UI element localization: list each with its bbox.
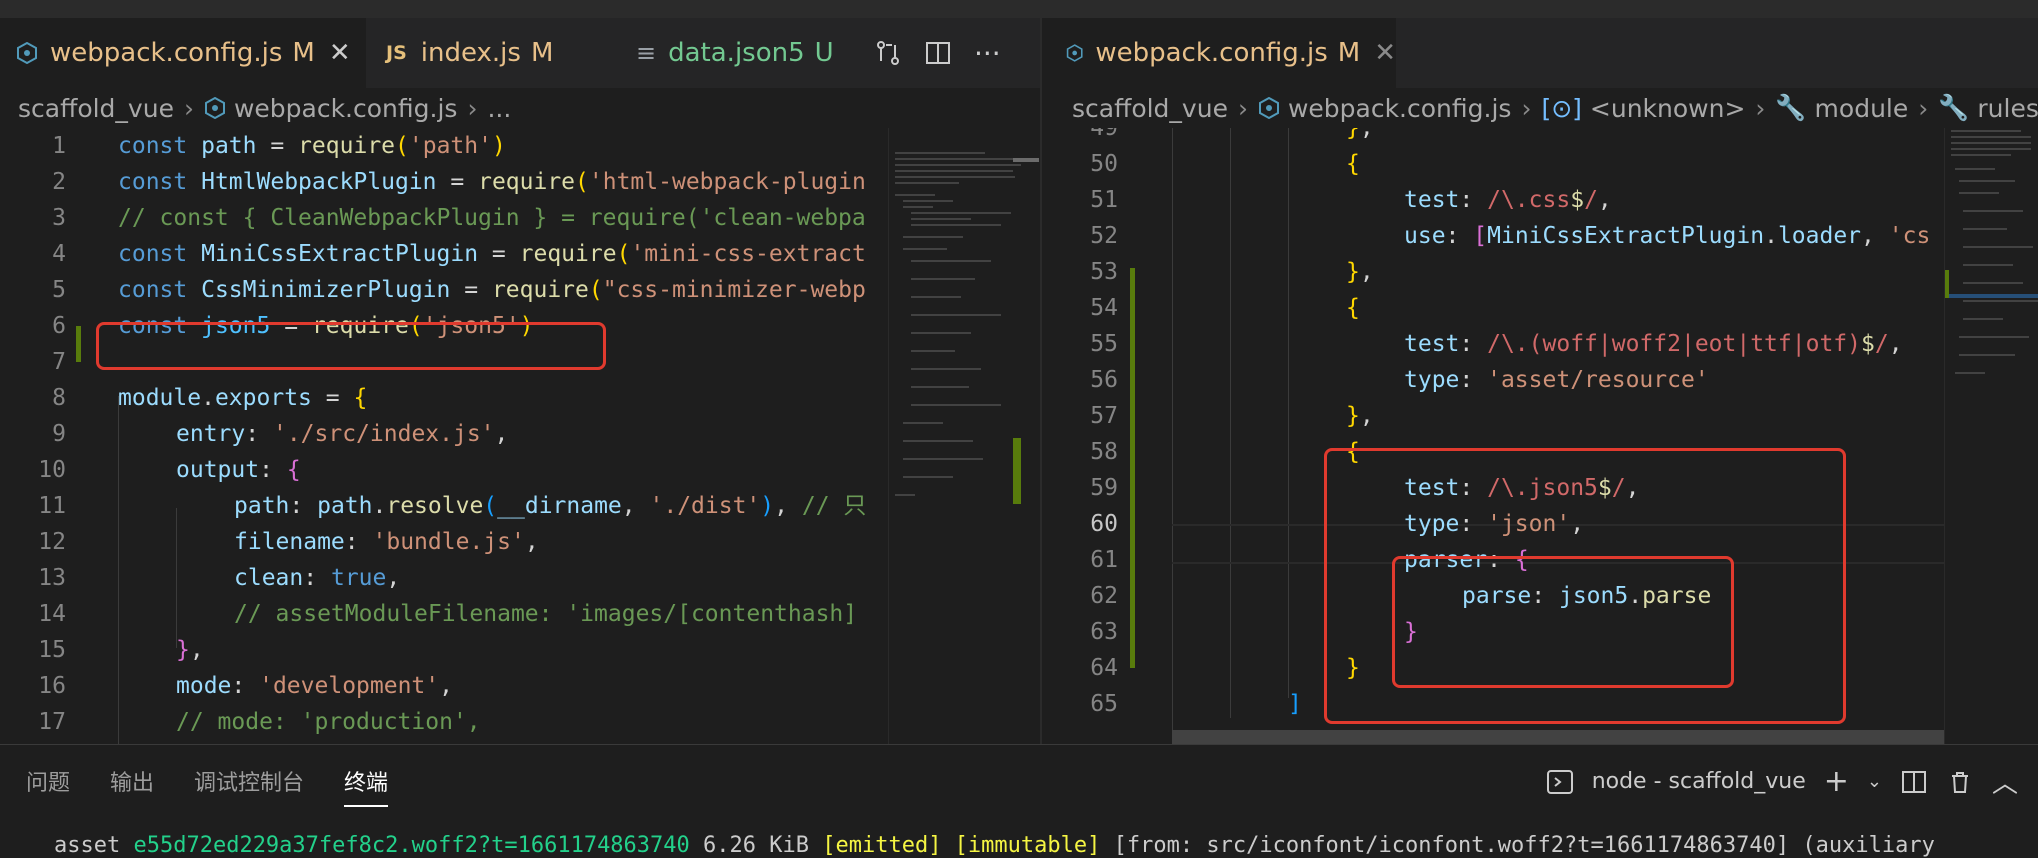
modified-badge: M xyxy=(1337,38,1361,68)
code-line: 11 path: path.resolve(__dirname, './dist'… xyxy=(38,493,867,519)
variable-icon: [⊙] xyxy=(1541,93,1582,123)
breadcrumb-symbol[interactable]: rules xyxy=(1977,94,2038,123)
chevron-up-icon[interactable]: ︿ xyxy=(1992,763,2018,800)
code-line: 17// mode: 'production', xyxy=(38,709,481,735)
code-line: 10 output: { xyxy=(38,457,301,483)
bottom-panel: 问题 输出 调试控制台 终端 node - scaffold_vue + ⌄ ︿… xyxy=(0,744,2038,858)
trash-icon[interactable] xyxy=(1946,768,1974,796)
terminal-selector[interactable]: node - scaffold_vue xyxy=(1592,769,1806,794)
chevron-right-icon: › xyxy=(1521,93,1532,123)
code-line: 16 mode: 'development', xyxy=(38,673,453,699)
code-line: 55 test: /\.(woff|woff2|eot|ttf|otf)$/, xyxy=(1090,331,1903,357)
horizontal-scrollbar[interactable] xyxy=(1172,730,1992,744)
code-line: 2 const HtmlWebpackPlugin = require('html… xyxy=(52,169,866,195)
code-line: 56 type: 'asset/resource' xyxy=(1090,367,1709,393)
close-tab-icon[interactable]: ✕ xyxy=(1374,38,1396,68)
code-line: 49}, xyxy=(1090,128,1374,141)
code-line: 1 const path = require('path') xyxy=(52,133,506,159)
chevron-right-icon: › xyxy=(1755,93,1766,123)
code-line: 51 test: /\.css$/, xyxy=(1090,187,1612,213)
tab-index-js[interactable]: JS index.js M xyxy=(386,18,553,88)
code-line: 9 entry: './src/index.js', xyxy=(52,421,509,447)
code-line: 12 filename: 'bundle.js', xyxy=(38,529,539,555)
right-tab-bar: webpack.config.js M ✕ xyxy=(1042,18,2038,88)
tab-data-json5[interactable]: ≡ data.json5 U xyxy=(636,18,834,88)
code-line: 3// const { CleanWebpackPlugin } = requi… xyxy=(52,205,866,231)
close-tab-icon[interactable]: ✕ xyxy=(329,38,351,68)
more-actions-icon[interactable]: ··· xyxy=(974,37,1001,70)
split-terminal-icon[interactable] xyxy=(1900,768,1928,796)
modified-badge: M xyxy=(292,38,315,68)
chevron-down-icon[interactable]: ⌄ xyxy=(1867,771,1882,792)
untracked-badge: U xyxy=(814,38,834,68)
left-code-editor[interactable]: 1 const path = require('path') 2 const Htm… xyxy=(0,128,1040,744)
tab-label: webpack.config.js xyxy=(50,38,283,68)
left-tab-bar: webpack.config.js M ✕ JS index.js M ≡ da… xyxy=(0,18,1040,88)
tab-output[interactable]: 输出 xyxy=(110,765,154,807)
js-file-icon: JS xyxy=(386,42,407,64)
right-editor-pane: webpack.config.js M ✕ scaffold_vue › web… xyxy=(1042,18,2038,744)
terminal-actions: node - scaffold_vue + ⌄ ︿ xyxy=(1546,763,2018,800)
settings-file-icon xyxy=(1258,97,1279,119)
window-title-strip xyxy=(0,0,2038,19)
chevron-right-icon: › xyxy=(1918,93,1929,123)
breadcrumb-symbol[interactable]: ... xyxy=(487,94,511,123)
settings-file-icon xyxy=(17,42,37,64)
code-line: 13 clean: true, xyxy=(38,565,401,591)
settings-file-icon xyxy=(1066,44,1083,62)
breadcrumb-symbol[interactable]: module xyxy=(1815,94,1909,123)
breadcrumb-folder[interactable]: scaffold_vue xyxy=(1072,94,1228,123)
minimap[interactable] xyxy=(1944,128,2038,744)
code-line: 50{ xyxy=(1090,151,1360,177)
highlight-box xyxy=(96,322,606,370)
code-line: 15}, xyxy=(38,637,204,663)
editor-actions: ··· xyxy=(874,18,1001,88)
tab-webpack-config[interactable]: webpack.config.js M ✕ xyxy=(1042,18,1396,88)
tab-terminal[interactable]: 终端 xyxy=(344,765,389,807)
right-code-editor[interactable]: 49}, 50{ 51 test: /\.css$/, 52 use: [MiniC… xyxy=(1042,128,2038,744)
split-editor-icon[interactable] xyxy=(924,39,952,67)
json-file-icon: ≡ xyxy=(636,39,657,67)
modified-badge: M xyxy=(530,38,554,68)
breadcrumb-symbol[interactable]: <unknown> xyxy=(1590,94,1746,123)
compare-changes-icon[interactable] xyxy=(874,39,902,67)
code-line: 52 use: [MiniCssExtractPlugin.loader, 'cs xyxy=(1090,223,1931,249)
chevron-right-icon: › xyxy=(183,93,194,123)
code-line: 4 const MiniCssExtractPlugin = require('m… xyxy=(52,241,866,267)
tab-webpack-config[interactable]: webpack.config.js M ✕ xyxy=(0,18,366,88)
wrench-icon: 🔧 xyxy=(1938,93,1970,122)
settings-file-icon xyxy=(204,97,225,119)
code-line: 8 module.exports = { xyxy=(52,385,368,411)
wrench-icon: 🔧 xyxy=(1775,93,1807,122)
breadcrumb: scaffold_vue › webpack.config.js › [⊙] <… xyxy=(1042,88,2038,128)
chevron-right-icon: › xyxy=(467,93,478,123)
tab-label: webpack.config.js xyxy=(1095,38,1328,68)
tab-debug-console[interactable]: 调试控制台 xyxy=(194,765,304,807)
breadcrumb-folder[interactable]: scaffold_vue xyxy=(18,94,174,123)
terminal-icon xyxy=(1546,769,1573,794)
tab-problems[interactable]: 问题 xyxy=(26,765,70,807)
highlight-box-parser xyxy=(1392,556,1734,688)
code-line: 57}, xyxy=(1090,403,1374,429)
add-terminal-icon[interactable]: + xyxy=(1824,764,1849,799)
chevron-right-icon: › xyxy=(1237,93,1248,123)
tab-label: data.json5 xyxy=(668,38,805,68)
code-line: 5 const CssMinimizerPlugin = require("css… xyxy=(52,277,866,303)
code-line: 53}, xyxy=(1090,259,1374,285)
breadcrumb-file[interactable]: webpack.config.js xyxy=(1288,94,1511,123)
code-line: 54{ xyxy=(1090,295,1360,321)
tab-label: index.js xyxy=(420,38,521,68)
code-line: 14// assetModuleFilename: 'images/[conte… xyxy=(38,601,858,627)
panel-tabs: 问题 输出 调试控制台 终端 xyxy=(26,765,389,807)
minimap[interactable] xyxy=(888,128,1040,744)
left-editor-pane: webpack.config.js M ✕ JS index.js M ≡ da… xyxy=(0,18,1040,744)
breadcrumb: scaffold_vue › webpack.config.js › ... xyxy=(0,88,1040,128)
breadcrumb-file[interactable]: webpack.config.js xyxy=(234,94,457,123)
